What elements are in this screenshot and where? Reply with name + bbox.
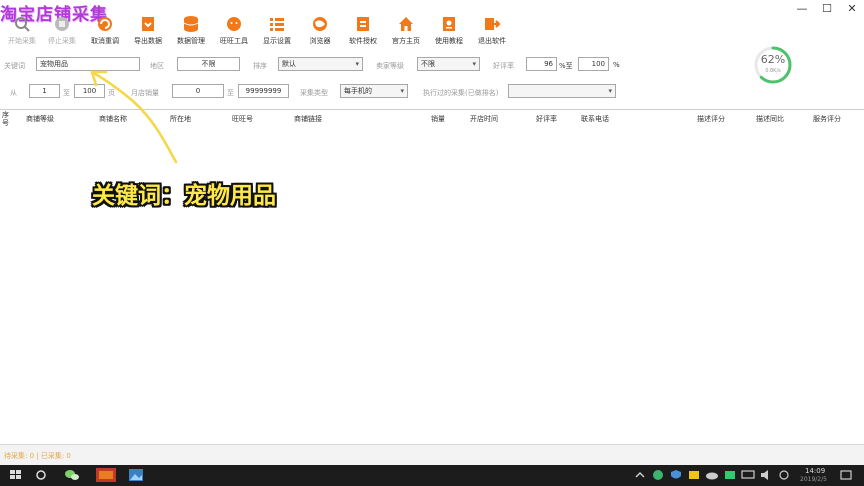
tray-cloud-icon[interactable] [704,468,720,482]
license-icon [357,17,369,31]
wechat-icon[interactable] [64,468,80,482]
sort-select[interactable]: 默认 ▾ [278,57,363,71]
col-index[interactable]: 序号 [2,111,12,127]
sales-max-input[interactable]: 99999999 [238,84,289,98]
tray-yellow-icon[interactable] [686,468,702,482]
page-from-input[interactable]: 1 [29,84,60,98]
display-settings-button[interactable]: 显示设置 [255,14,299,50]
seller-level-label: 卖家等级 [376,62,404,70]
start-collect-button[interactable]: 开始采集 [0,14,44,50]
browser-button[interactable]: 浏览器 [298,14,342,50]
windows-start-icon[interactable] [8,468,24,482]
chevron-down-icon: ▾ [355,60,359,68]
export-icon [142,17,154,31]
app-taskbar-icon[interactable] [96,468,116,482]
chevron-down-icon: ▾ [608,87,612,95]
progress-ring: 62% 0.8K/s [752,44,794,86]
rating-unit: % [613,61,620,69]
stop-icon [55,17,69,31]
export-data-button[interactable]: 导出数据 [126,14,170,50]
taskbar-time[interactable]: 14:09 [805,467,825,475]
list-icon [270,18,284,31]
progress-speed: 0.8K/s [765,68,781,74]
col-desc-compare[interactable]: 描述同比 [756,114,784,124]
collect-type-value: 每手机的 [344,87,372,95]
input-method-icon[interactable] [776,468,792,482]
image-viewer-icon[interactable] [128,468,144,482]
chat-icon [227,17,241,31]
col-service-score[interactable]: 服务评分 [813,114,841,124]
wangwang-tool-button[interactable]: 旺旺工具 [212,14,256,50]
home-icon [399,17,413,31]
minimize-button[interactable]: — [790,0,814,16]
exit-software-button[interactable]: 退出软件 [470,14,514,50]
status-bar: 待采集: 0 | 已采集: 0 [0,444,864,465]
browser-icon [313,17,327,31]
os-taskbar: 14:09 2019/2/5 [0,465,864,486]
rating-label: 好评率 [493,62,514,70]
rating-min-input[interactable]: 96 [526,57,557,71]
col-phone[interactable]: 联系电话 [581,114,609,124]
progress-percent: 62% [760,53,786,66]
taskbar-date[interactable]: 2019/2/5 [800,476,827,483]
rating-max-input[interactable]: 100 [578,57,609,71]
annotation-arrow [90,70,178,164]
sales-separator: 至 [227,89,234,97]
seller-level-value: 不限 [421,60,435,68]
search-icon [15,17,30,32]
history-label: 执行过的采集(已做排名) [423,89,499,97]
col-rating[interactable]: 好评率 [536,114,557,124]
col-open-time[interactable]: 开店时间 [470,114,498,124]
stop-collect-button[interactable]: 停止采集 [40,14,84,50]
network-icon[interactable] [740,468,756,482]
data-management-button[interactable]: 数据管理 [169,14,213,50]
reload-icon [98,17,112,31]
col-shop-link[interactable]: 商铺链接 [294,114,322,124]
tutorial-button[interactable]: 使用教程 [427,14,471,50]
tray-green-icon[interactable] [650,468,666,482]
search-icon[interactable] [34,468,50,482]
software-license-button[interactable]: 软件授权 [341,14,385,50]
tray-shield-icon[interactable] [668,468,684,482]
history-select[interactable]: ▾ [508,84,616,98]
sort-label: 排序 [253,62,267,70]
sort-select-value: 默认 [282,60,296,68]
toolbar: 开始采集 停止采集 取消重调 导出数据 数据管理 旺旺工具 显示设置 浏览器 软… [0,10,540,50]
volume-icon[interactable] [758,468,774,482]
seller-level-select[interactable]: 不限 ▾ [417,57,480,71]
close-button[interactable]: ✕ [840,0,864,16]
collect-type-select[interactable]: 每手机的 ▾ [340,84,408,98]
tray-app-icon[interactable] [722,468,738,482]
collect-type-label: 采集类型 [300,89,328,97]
page-from-label: 从 [10,89,17,97]
tutorial-icon [443,17,455,31]
region-input[interactable]: 不限 [177,57,240,71]
status-text: 待采集: 0 | 已采集: 0 [4,452,71,460]
keyword-label: 关键词 [4,62,25,70]
notification-icon[interactable] [838,468,854,482]
col-wangwang[interactable]: 旺旺号 [232,114,253,124]
chevron-down-icon: ▾ [400,87,404,95]
restore-button[interactable]: ☐ [815,0,839,16]
rating-separator: %至 [559,62,573,70]
col-shop-level[interactable]: 商铺等级 [26,114,54,124]
page-separator: 至 [63,89,70,97]
chevron-down-icon: ▾ [472,60,476,68]
col-desc-score[interactable]: 描述评分 [697,114,725,124]
annotation-text: 关键词：宠物用品 [92,183,276,209]
official-homepage-button[interactable]: 官方主页 [384,14,428,50]
col-sales[interactable]: 销量 [431,114,445,124]
chevron-up-icon[interactable] [632,468,648,482]
database-icon [183,16,199,32]
exit-icon [485,18,501,30]
cancel-reload-button[interactable]: 取消重调 [83,14,127,50]
